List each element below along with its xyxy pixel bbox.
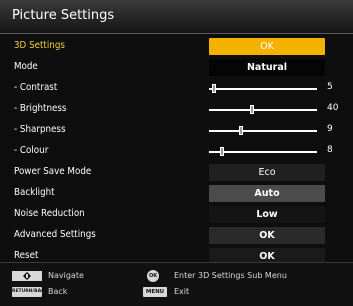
row-sharpness[interactable]: - Sharpness 9 <box>0 120 353 141</box>
tv-menu-screen: Picture Settings 3D Settings OK Mode Nat… <box>0 0 353 306</box>
row-label: 3D Settings <box>14 40 65 51</box>
row-label: Noise Reduction <box>14 208 85 219</box>
row-noise-reduction[interactable]: Noise Reduction Low <box>0 204 353 225</box>
row-label: Mode <box>14 61 38 72</box>
colour-slider-knob[interactable] <box>219 147 224 156</box>
title-bar: Picture Settings <box>0 0 353 34</box>
colour-slider-track[interactable] <box>209 151 317 153</box>
brightness-slider-knob[interactable] <box>250 105 255 114</box>
row-backlight[interactable]: Backlight Auto <box>0 183 353 204</box>
navigate-arrows-icon <box>12 271 42 281</box>
row-power-save-mode[interactable]: Power Save Mode Eco <box>0 162 353 183</box>
row-label: - Brightness <box>14 103 67 114</box>
brightness-slider-track[interactable] <box>209 109 317 111</box>
contrast-slider-track[interactable] <box>209 88 317 90</box>
advanced-settings-ok-button[interactable]: OK <box>209 227 325 244</box>
power-save-selector[interactable]: Eco <box>209 164 325 181</box>
contrast-value: 5 <box>327 82 333 92</box>
row-mode[interactable]: Mode Natural <box>0 57 353 78</box>
noise-reduction-selector[interactable]: Low <box>209 206 325 223</box>
help-footer: Navigate RETURN/BACK Back OK Enter 3D Se… <box>0 262 353 306</box>
row-label: Power Save Mode <box>14 166 92 177</box>
back-key-icon: RETURN/BACK <box>12 287 48 297</box>
row-contrast[interactable]: - Contrast 5 <box>0 78 353 99</box>
exit-hint: Exit <box>174 287 190 296</box>
backlight-selector[interactable]: Auto <box>209 185 325 202</box>
navigate-hint: Navigate <box>48 271 84 280</box>
row-label: - Contrast <box>14 82 58 93</box>
row-3d-settings[interactable]: 3D Settings OK <box>0 36 353 57</box>
contrast-slider-knob[interactable] <box>212 84 217 93</box>
mode-selector[interactable]: Natural <box>209 59 325 76</box>
row-label: - Sharpness <box>14 124 66 135</box>
menu-key-icon: MENU <box>143 287 167 297</box>
page-title: Picture Settings <box>12 8 115 23</box>
ok-hint: Enter 3D Settings Sub Menu <box>174 271 287 280</box>
brightness-value: 40 <box>327 103 339 113</box>
colour-value: 8 <box>327 145 333 155</box>
row-label: Advanced Settings <box>14 229 96 240</box>
sharpness-slider-knob[interactable] <box>239 126 244 135</box>
back-hint: Back <box>48 287 68 296</box>
ok-key-icon: OK <box>147 270 159 282</box>
row-label: Backlight <box>14 187 55 198</box>
ok-button[interactable]: OK <box>209 38 325 55</box>
row-label: - Colour <box>14 145 49 156</box>
row-advanced-settings[interactable]: Advanced Settings OK <box>0 225 353 246</box>
sharpness-value: 9 <box>327 124 333 134</box>
row-colour[interactable]: - Colour 8 <box>0 141 353 162</box>
row-label: Reset <box>14 250 39 261</box>
sharpness-slider-track[interactable] <box>209 130 317 132</box>
row-brightness[interactable]: - Brightness 40 <box>0 99 353 120</box>
